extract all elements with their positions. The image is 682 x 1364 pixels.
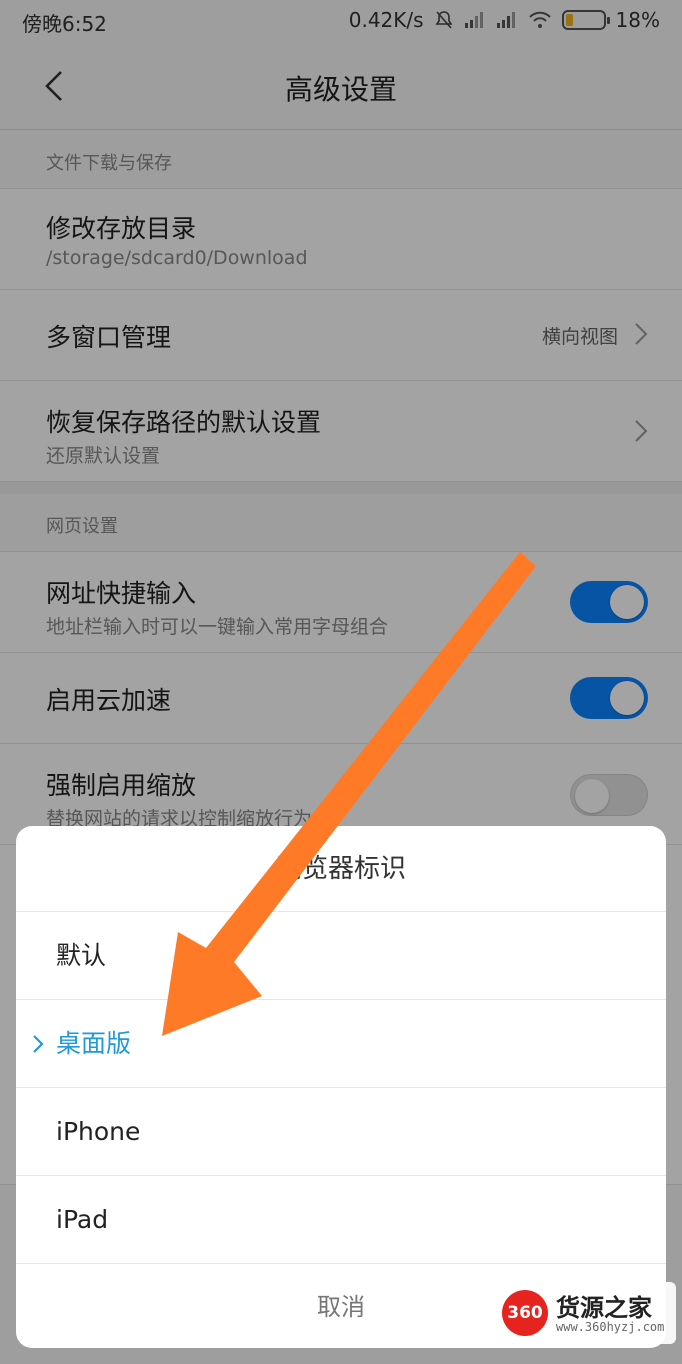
- ua-option[interactable]: iPhone: [16, 1088, 666, 1176]
- ua-option-label: 桌面版: [56, 1029, 132, 1058]
- browser-ua-dialog: 浏览器标识 默认 桌面版 iPhone iPad 取消: [16, 826, 666, 1348]
- ua-option-label: 默认: [56, 941, 107, 970]
- dialog-title: 浏览器标识: [16, 826, 666, 912]
- ua-option-label: iPhone: [56, 1117, 141, 1146]
- ua-option[interactable]: 默认: [16, 912, 666, 1000]
- selected-chevron-icon: [32, 1000, 44, 1088]
- ua-option[interactable]: 桌面版: [16, 1000, 666, 1088]
- watermark-name: 货源之家: [556, 1294, 652, 1322]
- watermark-logo: 360 货源之家 www.360hyzj.com: [496, 1282, 676, 1344]
- watermark-url: www.360hyzj.com: [556, 1320, 665, 1334]
- ua-option-label: iPad: [56, 1205, 109, 1234]
- ua-option[interactable]: iPad: [16, 1176, 666, 1264]
- watermark-badge: 360: [502, 1290, 548, 1336]
